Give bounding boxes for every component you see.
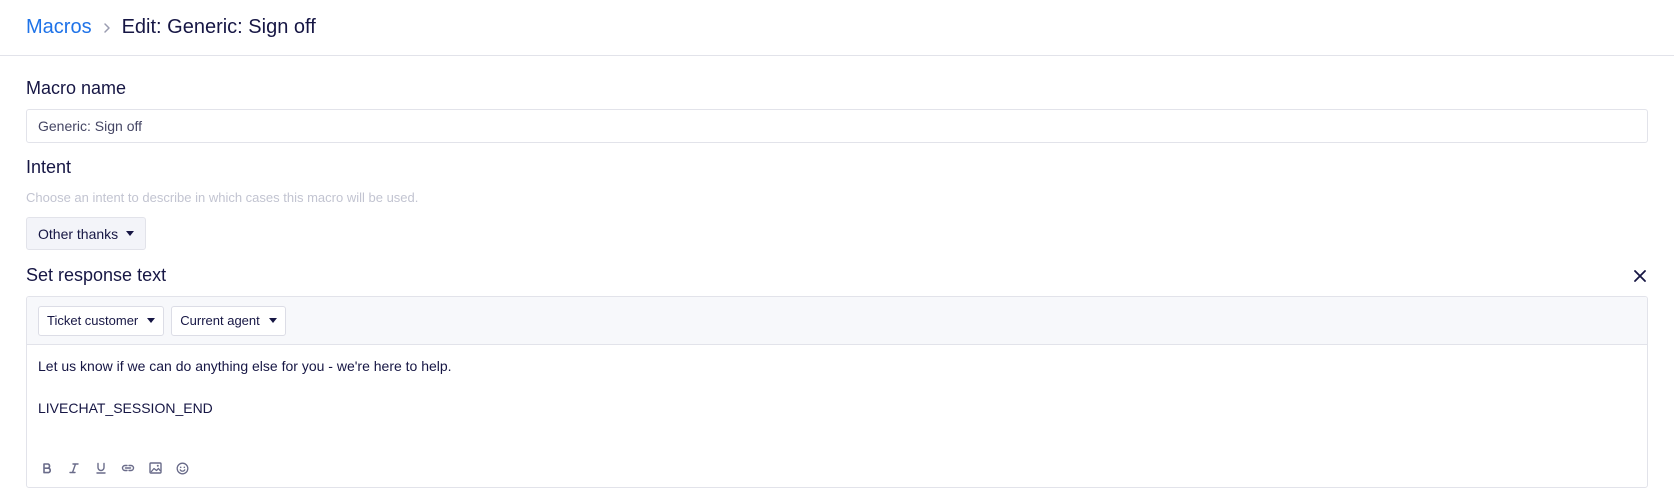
response-text-area[interactable]: Let us know if we can do anything else f… (27, 345, 1647, 419)
response-text-label: Set response text (26, 265, 167, 285)
underline-icon[interactable] (92, 459, 110, 477)
response-line (38, 377, 1636, 398)
italic-icon[interactable] (65, 459, 83, 477)
intent-dropdown[interactable]: Other thanks (26, 217, 147, 250)
chevron-right-icon (95, 16, 119, 40)
ticket-customer-label: Ticket customer (47, 313, 139, 328)
close-response-button[interactable] (1630, 266, 1650, 286)
ticket-customer-dropdown[interactable]: Ticket customer (38, 305, 165, 336)
close-icon (1634, 270, 1646, 282)
macro-name-label: Macro name (26, 78, 127, 98)
macro-name-input[interactable] (26, 109, 1648, 143)
image-icon[interactable] (146, 459, 164, 477)
bold-icon[interactable] (38, 459, 56, 477)
variables-toolbar: Ticket customer Current agent (27, 297, 1647, 345)
response-editor: Ticket customer Current agent Let us kno… (26, 296, 1648, 488)
page-header: Macros Edit: Generic: Sign off (0, 0, 1674, 56)
caret-down-icon (126, 231, 135, 236)
current-agent-dropdown[interactable]: Current agent (171, 305, 286, 336)
current-agent-label: Current agent (180, 313, 260, 328)
format-toolbar (38, 459, 191, 477)
breadcrumb-macros-link[interactable]: Macros (26, 16, 92, 39)
intent-selected-value: Other thanks (38, 225, 119, 242)
page-title: Edit: Generic: Sign off (121, 16, 316, 38)
caret-down-icon (147, 318, 156, 323)
link-icon[interactable] (119, 459, 137, 477)
emoji-icon[interactable] (173, 459, 191, 477)
intent-label: Intent (26, 157, 72, 177)
caret-down-icon (268, 318, 277, 323)
intent-help-text: Choose an intent to describe in which ca… (26, 190, 419, 205)
response-line: LIVECHAT_SESSION_END (38, 400, 213, 416)
response-line: Let us know if we can do anything else f… (38, 358, 452, 374)
